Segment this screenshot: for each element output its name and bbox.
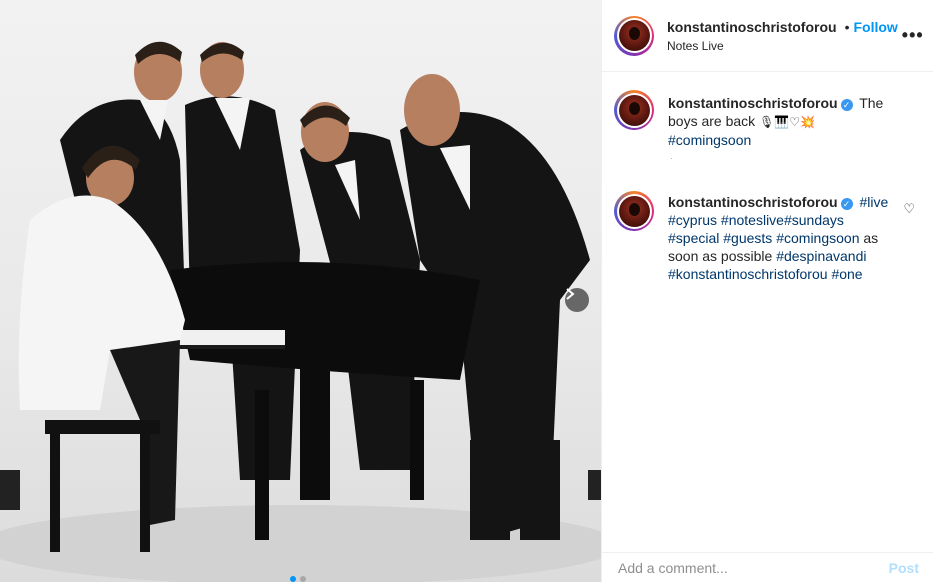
comment-avatar[interactable]	[614, 191, 654, 231]
caption-emojis: 🎙🎹♡💥	[759, 115, 815, 129]
caption-avatar[interactable]	[614, 90, 654, 130]
follow-button[interactable]: Follow	[853, 19, 897, 35]
post-photo	[0, 41, 601, 582]
divider-dot: ·	[670, 154, 673, 163]
comment-hashtag[interactable]: #konstantinoschristoforou	[668, 266, 828, 282]
carousel-dot-active	[290, 576, 296, 582]
chevron-right-icon	[566, 288, 575, 300]
verified-badge-icon: ✓	[840, 198, 853, 210]
like-comment-heart-icon[interactable]: ♡	[903, 201, 915, 217]
comment-hashtag[interactable]: #despinavandi	[776, 248, 866, 264]
author-username[interactable]: konstantinoschristoforou	[667, 19, 837, 35]
comment-composer: Post	[602, 552, 933, 582]
more-options-icon[interactable]: •••	[898, 23, 928, 48]
post-caption: konstantinoschristoforou ✓ The boys are b…	[602, 90, 933, 149]
add-comment-input[interactable]	[618, 559, 889, 576]
caption-hashtag[interactable]: #comingsoon	[668, 132, 751, 148]
comment-username[interactable]: konstantinoschristoforou	[668, 194, 838, 210]
comment-hashtag[interactable]: #special	[668, 230, 719, 246]
author-avatar[interactable]	[614, 15, 654, 56]
post-comment-button[interactable]: Post	[889, 560, 919, 576]
comment-hashtag[interactable]: #noteslive	[721, 212, 784, 228]
carousel-indicator	[290, 576, 306, 582]
comment-hashtag[interactable]: #one	[831, 266, 862, 282]
verified-badge-icon: ✓	[840, 99, 853, 111]
carousel-dot	[300, 576, 306, 582]
separator-bullet: •	[844, 18, 850, 35]
post-media[interactable]	[0, 0, 601, 582]
comment-hashtag[interactable]: #sundays	[784, 212, 844, 228]
post-header: konstantinoschristoforou • Follow Notes …	[602, 0, 933, 72]
post-side-panel: konstantinoschristoforou • Follow Notes …	[601, 0, 933, 582]
comment-hashtag[interactable]: #comingsoon	[776, 230, 859, 246]
post-location[interactable]: Notes Live	[667, 39, 898, 53]
carousel-next-button[interactable]	[565, 288, 589, 312]
comment-hashtag[interactable]: #cyprus	[668, 212, 717, 228]
comment-item: konstantinoschristoforou ✓ #live #cyprus …	[602, 191, 933, 283]
caption-username[interactable]: konstantinoschristoforou	[668, 95, 838, 111]
comment-hashtag[interactable]: #guests	[723, 230, 772, 246]
comment-hashtag[interactable]: #live	[859, 194, 888, 210]
